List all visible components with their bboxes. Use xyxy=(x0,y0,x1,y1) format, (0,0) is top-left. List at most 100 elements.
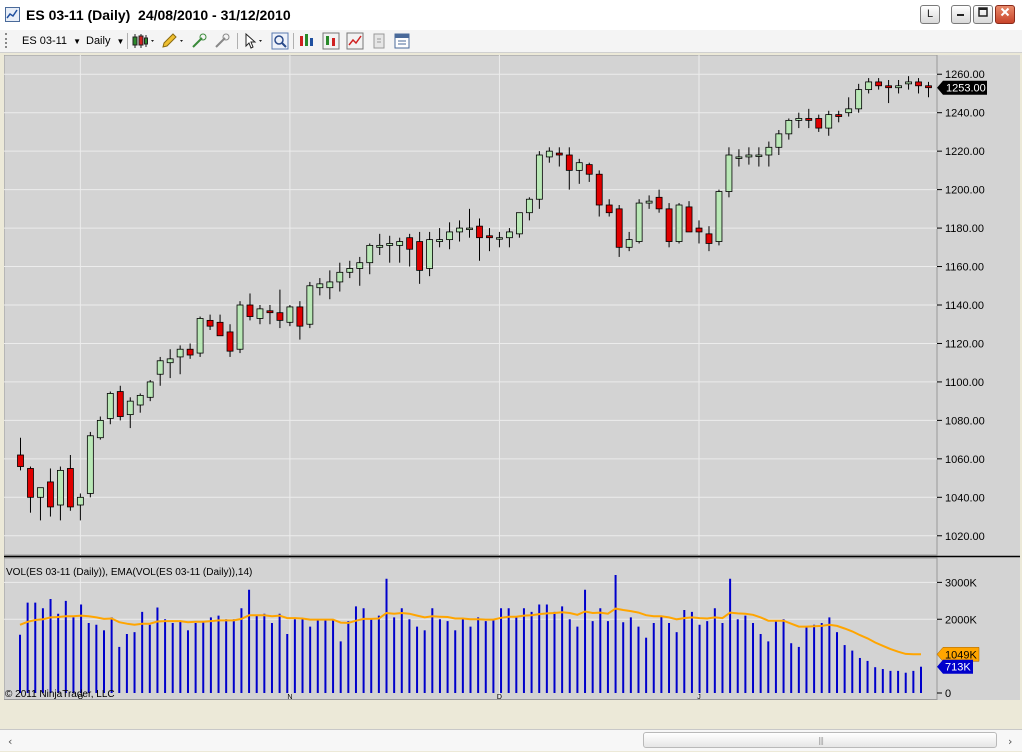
candle-body xyxy=(615,208,623,248)
candle-body xyxy=(116,391,124,417)
candle-body xyxy=(535,154,543,200)
volume-tick-label: 0 xyxy=(945,688,951,700)
volume-tick-label: 2000K xyxy=(945,614,977,626)
candle-body xyxy=(27,468,34,498)
snap-icon[interactable] xyxy=(213,32,231,50)
candle-body xyxy=(755,154,763,157)
chevron-down-icon: ▼ xyxy=(116,37,125,46)
properties-icon[interactable] xyxy=(370,32,388,50)
candle-body xyxy=(915,81,922,87)
candle-body xyxy=(905,81,912,85)
x-tick-label: O xyxy=(78,694,84,700)
cursor-icon[interactable] xyxy=(242,32,268,50)
candle-body xyxy=(525,198,533,214)
candle-body xyxy=(57,469,64,506)
candle-body xyxy=(336,271,344,283)
toolbar-separator xyxy=(237,33,238,49)
scroll-right-icon[interactable]: › xyxy=(1008,735,1012,748)
candle-body xyxy=(466,227,473,230)
minimize-icon xyxy=(957,14,964,16)
close-button[interactable] xyxy=(995,5,1015,24)
instrument-selector[interactable]: ES 03-11 ▼ xyxy=(22,33,81,49)
price-tick-label: 1180.00 xyxy=(945,223,984,235)
pencil-icon[interactable] xyxy=(160,32,186,50)
candles-icon[interactable] xyxy=(322,32,340,50)
candle-body xyxy=(735,156,743,159)
candle-body xyxy=(246,304,254,317)
candle-body xyxy=(785,119,793,135)
candle-body xyxy=(276,312,284,321)
candle-body xyxy=(286,306,294,323)
crosshair-icon[interactable] xyxy=(190,32,208,50)
chart-style-icon[interactable] xyxy=(131,32,157,50)
candle-body xyxy=(346,268,354,273)
price-tick-label: 1120.00 xyxy=(945,338,984,350)
candle-body xyxy=(47,481,54,508)
maximize-button[interactable] xyxy=(973,5,993,24)
horizontal-scrollbar[interactable]: ‹ ||| › xyxy=(0,729,1022,751)
candle-body xyxy=(545,150,553,158)
candle-body xyxy=(895,85,902,89)
candle-body xyxy=(585,164,593,175)
candle-body xyxy=(795,118,803,121)
candle-body xyxy=(685,206,693,233)
price-tick-label: 1260.00 xyxy=(945,69,985,81)
candle-body xyxy=(296,306,304,327)
interval-selector[interactable]: Daily ▼ xyxy=(86,33,124,49)
instrument-label: ES 03-11 xyxy=(22,35,68,47)
toolbar-grip[interactable] xyxy=(5,33,9,48)
candle-body xyxy=(695,227,703,233)
candle-body xyxy=(416,241,424,271)
candle-body xyxy=(376,244,384,248)
indicator-icon[interactable] xyxy=(346,32,364,50)
price-tick-label: 1140.00 xyxy=(945,300,984,312)
scrollbar-thumb[interactable]: ||| xyxy=(643,732,997,748)
chart-toolbar: ES 03-11 ▼ Daily ▼ xyxy=(0,30,1022,53)
candle-body xyxy=(366,244,374,264)
zoom-icon[interactable] xyxy=(271,32,289,50)
candle-body xyxy=(316,283,324,289)
toolbar-separator xyxy=(127,33,128,49)
ema-value-label: 1049K xyxy=(945,649,977,661)
candle-body xyxy=(386,243,394,246)
candle-body xyxy=(156,360,164,375)
candle-body xyxy=(436,239,443,242)
candle-body xyxy=(925,85,932,89)
candle-body xyxy=(865,81,873,91)
price-tick-label: 1220.00 xyxy=(945,146,985,158)
scroll-left-icon[interactable]: ‹ xyxy=(8,735,12,748)
chart-app-icon xyxy=(5,7,20,22)
data-box-icon[interactable] xyxy=(393,32,411,50)
close-icon xyxy=(1000,7,1010,17)
candle-body xyxy=(665,208,673,242)
volume-value-label: 713K xyxy=(945,662,971,674)
candle-body xyxy=(845,108,853,114)
candle-body xyxy=(66,468,74,508)
candle-body xyxy=(635,202,643,242)
link-button[interactable]: L xyxy=(920,5,940,24)
candle-body xyxy=(555,152,563,156)
candle-body xyxy=(17,454,24,467)
candle-body xyxy=(825,114,833,129)
x-tick-label: D xyxy=(497,694,502,700)
candle-body xyxy=(705,233,713,244)
candle-body xyxy=(426,239,433,269)
candle-body xyxy=(805,118,813,121)
candle-body xyxy=(306,285,314,325)
chart-canvas[interactable]: 1020.00 1040.00 1060.00 1080.00 1100.00 1120.… xyxy=(4,55,1020,700)
candle-body xyxy=(76,496,84,506)
price-tick-label: 1040.00 xyxy=(945,492,985,504)
candle-body xyxy=(406,237,414,250)
candle-body xyxy=(595,173,603,206)
candle-body xyxy=(496,237,503,240)
price-tick-label: 1200.00 xyxy=(945,185,985,197)
candle-body xyxy=(226,331,234,352)
price-tick-label: 1100.00 xyxy=(945,377,984,389)
bar-chart-icon[interactable] xyxy=(298,32,316,50)
candle-body xyxy=(765,146,773,156)
price-tick-label: 1020.00 xyxy=(945,531,985,543)
candle-body xyxy=(166,358,174,364)
candle-body xyxy=(396,241,404,246)
candle-body xyxy=(37,487,44,498)
minimize-button[interactable] xyxy=(951,5,971,24)
